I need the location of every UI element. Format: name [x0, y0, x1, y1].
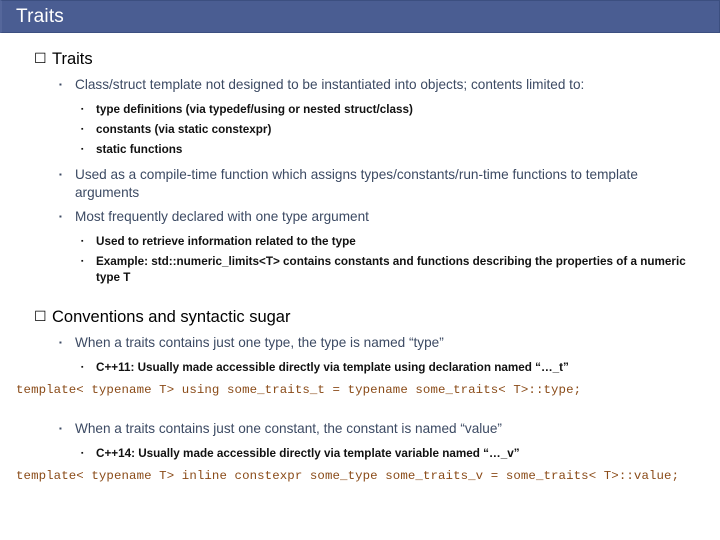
outline-item-label: Example: std::numeric_limits<T> contains… [96, 255, 686, 285]
slide-body: ☐ Traits ▪ Class/struct template not des… [0, 33, 720, 540]
outline-item-label: C++14: Usually made accessible directly … [96, 447, 520, 460]
outline-item: ▪ type definitions (via typedef/using or… [81, 102, 706, 118]
outline-item-label: Class/struct template not designed to be… [75, 76, 585, 92]
outline-item-label: static functions [96, 143, 183, 157]
outline-item: ▪ When a traits contains just one type, … [59, 334, 704, 352]
outline-heading-label: Traits [52, 50, 93, 68]
outline-item: ▪ Example: std::numeric_limits<T> contai… [81, 254, 706, 286]
outline-item-label: When a traits contains just one type, th… [75, 334, 444, 350]
slide: Traits ☐ Traits ▪ Class/struct template … [0, 0, 720, 540]
square-bullet-icon: ▪ [81, 125, 84, 133]
outline-item-label: When a traits contains just one constant… [75, 420, 502, 436]
square-bullet-icon: ▪ [81, 238, 84, 246]
outline-item: ▪ Most frequently declared with one type… [59, 208, 704, 226]
square-bullet-icon: ▪ [59, 337, 62, 347]
slide-title-bar: Traits [0, 0, 720, 33]
outline-item-label: constants (via static constexpr) [96, 122, 272, 136]
outline-heading-traits: ☐ Traits [34, 50, 720, 70]
outline-item: ▪ static functions [81, 142, 706, 158]
square-outline-bullet-icon: ☐ [34, 308, 47, 325]
outline-item-label: Most frequently declared with one type a… [75, 209, 369, 225]
square-bullet-icon: ▪ [59, 212, 62, 222]
outline-item-label: Used to retrieve information related to … [96, 235, 356, 249]
outline-item-label: type definitions (via typedef/using or n… [96, 102, 413, 116]
outline-heading-conventions: ☐ Conventions and syntactic sugar [34, 308, 720, 328]
outline-heading-label: Conventions and syntactic sugar [52, 308, 291, 327]
outline-item: ▪ When a traits contains just one consta… [59, 420, 704, 438]
outline-item-label: Used as a compile-time function which as… [75, 167, 638, 201]
outline-item: ▪ Used as a compile-time function which … [59, 166, 704, 202]
square-bullet-icon: ▪ [81, 105, 84, 113]
outline-item: ▪ C++14: Usually made accessible directl… [81, 446, 706, 462]
code-snippet-variable-template: template< typename T> inline constexpr s… [16, 469, 680, 484]
outline-item: ▪ constants (via static constexpr) [81, 122, 706, 138]
page-title: Traits [16, 6, 64, 27]
square-bullet-icon: ▪ [81, 450, 84, 457]
square-bullet-icon: ▪ [81, 363, 84, 371]
outline-item: ▪ Class/struct template not designed to … [59, 76, 704, 94]
square-bullet-icon: ▪ [81, 258, 84, 266]
outline-item: ▪ C++11: Usually made accessible directl… [81, 360, 706, 376]
square-bullet-icon: ▪ [59, 79, 62, 89]
outline-item-label: C++11: Usually made accessible directly … [96, 360, 569, 374]
square-bullet-icon: ▪ [59, 170, 62, 180]
outline-item: ▪ Used to retrieve information related t… [81, 234, 706, 250]
square-bullet-icon: ▪ [81, 146, 84, 154]
square-bullet-icon: ▪ [59, 423, 62, 433]
square-outline-bullet-icon: ☐ [34, 50, 47, 66]
code-snippet-type-alias: template< typename T> using some_traits_… [16, 383, 582, 398]
